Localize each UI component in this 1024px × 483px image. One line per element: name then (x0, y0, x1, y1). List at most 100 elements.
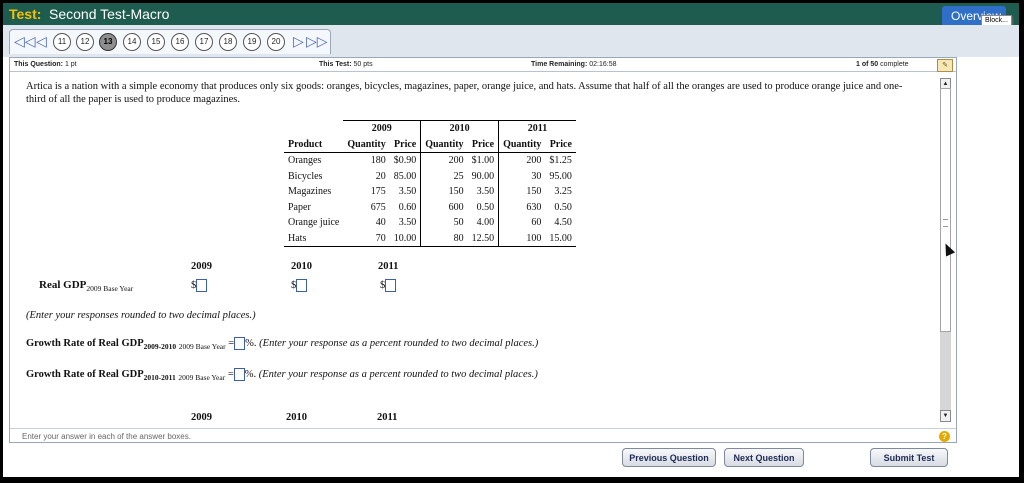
complete-label: complete (880, 61, 909, 68)
bottom-year-header: 2010 (286, 412, 307, 423)
question-number-15[interactable]: 15 (147, 33, 165, 51)
data-table: 2009 2010 2011 Product Quantity Price Qu… (284, 120, 576, 247)
question-panel: This Question: 1 pt This Test: 50 pts Ti… (9, 57, 957, 443)
price-cell: 4.50 (554, 217, 572, 229)
question-number-11[interactable]: 11 (53, 33, 71, 51)
product-cell: Orange juice (288, 217, 340, 229)
test-title: Second Test-Macro (49, 6, 170, 22)
question-navigator: ◁◁ ◁ 11 12 13 14 15 16 17 18 19 20 ▷ ▷▷ (9, 29, 331, 54)
quantity-header: Quantity (343, 136, 390, 153)
question-number-20[interactable]: 20 (267, 33, 285, 51)
quantity-cell: 200 (448, 155, 464, 167)
growth-period: 2010-2011 (143, 373, 176, 382)
help-icon[interactable]: ? (939, 431, 950, 442)
price-cell: 4.00 (467, 215, 500, 231)
table-year-header: 2011 (498, 120, 576, 137)
answer-hint: Enter your answer in each of the answer … (22, 432, 191, 441)
real-gdp-label: Real GDP2009 Base Year (39, 279, 133, 293)
panel-footer: Enter your answer in each of the answer … (10, 428, 956, 443)
quantity-cell: 60 (531, 217, 542, 229)
price-cell: 3.50 (389, 184, 422, 200)
growth-rate-2009-2010-row: Growth Rate of Real GDP2009-2010 2009 Ba… (26, 337, 538, 351)
real-gdp-subscript: 2009 Base Year (86, 284, 134, 294)
table-column-header-row: Product Quantity Price Quantity Price Qu… (284, 136, 576, 153)
test-window: Test: Second Test-Macro Overview Block..… (3, 3, 1019, 477)
question-number-12[interactable]: 12 (76, 33, 94, 51)
product-header: Product (284, 136, 344, 153)
product-cell: Oranges (288, 155, 322, 167)
price-cell: 0.60 (389, 199, 422, 215)
submit-test-button[interactable]: Submit Test (870, 448, 948, 467)
question-info-icon[interactable]: ✎ (937, 59, 953, 72)
product-cell: Magazines (288, 186, 332, 198)
table-row: Magazines 175 3.50 150 3.50 150 3.25 (284, 184, 576, 200)
this-test-label: This Test: (319, 61, 352, 68)
question-number-14[interactable]: 14 (123, 33, 141, 51)
growth-period: 2009-2010 (143, 342, 177, 351)
real-gdp-2010-input[interactable] (296, 279, 308, 292)
previous-question-button[interactable]: Previous Question (622, 448, 716, 467)
quantity-cell: 50 (453, 217, 464, 229)
time-remaining-info: Time Remaining: 02:16:58 (531, 61, 616, 68)
rounding-note: (Enter your responses rounded to two dec… (26, 310, 256, 321)
answer-year-header: 2010 (291, 261, 312, 272)
scroll-down-icon[interactable]: ▼ (940, 410, 951, 422)
real-gdp-2011-field: $ (380, 279, 397, 292)
quantity-cell: 150 (526, 186, 542, 198)
answer-year-header: 2011 (378, 261, 399, 272)
quantity-cell: 80 (420, 230, 468, 247)
scroll-grip-icon (943, 219, 948, 227)
next-question-button[interactable]: Next Question (724, 448, 804, 467)
quantity-cell: 180 (370, 155, 386, 167)
question-number-17[interactable]: 17 (195, 33, 213, 51)
question-number-13-current[interactable]: 13 (99, 33, 117, 51)
base-year-subscript: 2009 Base Year (178, 373, 226, 382)
real-gdp-2011-input[interactable] (385, 279, 397, 292)
growth-rate-2010-2011-input[interactable] (233, 368, 245, 381)
price-cell: 3.25 (554, 186, 572, 198)
price-cell: $1.00 (467, 152, 500, 169)
quantity-cell: 30 (531, 170, 542, 182)
time-remaining-label: Time Remaining: (531, 61, 588, 68)
progress-info: 1 of 50 complete (856, 61, 909, 68)
price-cell: 85.00 (389, 168, 422, 184)
price-cell: 3.50 (467, 184, 500, 200)
question-text: Artica is a nation with a simple economy… (26, 81, 903, 105)
table-year-header: 2010 (420, 120, 500, 137)
real-gdp-2009-field: $ (191, 279, 208, 292)
quantity-header: Quantity (420, 136, 468, 153)
price-header: Price (545, 136, 576, 153)
product-cell: Bicycles (288, 170, 323, 182)
growth-rate-2010-2011-row: Growth Rate of Real GDP2010-2011 2009 Ba… (26, 368, 538, 382)
price-cell: $0.90 (389, 152, 422, 169)
table-row: Paper 675 0.60 600 0.50 630 0.50 (284, 199, 576, 215)
first-page-icon[interactable]: ◁◁ (14, 34, 36, 48)
growth-rate-2009-2010-input[interactable] (234, 337, 246, 350)
price-cell: 15.00 (545, 230, 576, 247)
bottom-year-header: 2011 (377, 412, 398, 423)
price-cell: 90.00 (467, 168, 500, 184)
real-gdp-2009-input[interactable] (196, 279, 208, 292)
price-header: Price (389, 136, 422, 153)
quantity-cell: 175 (370, 186, 386, 198)
real-gdp-2010-field: $ (291, 279, 308, 292)
bottom-year-header: 2009 (191, 412, 212, 423)
quantity-cell: 40 (375, 217, 386, 229)
price-cell: 95.00 (549, 170, 572, 182)
price-cell: 0.50 (467, 199, 500, 215)
scroll-thumb[interactable] (940, 88, 951, 332)
question-nav-bar: ◁◁ ◁ 11 12 13 14 15 16 17 18 19 20 ▷ ▷▷ (3, 25, 1019, 57)
prev-page-icon[interactable]: ◁ (36, 34, 47, 48)
price-cell: 0.50 (554, 201, 572, 213)
next-page-icon[interactable]: ▷ (293, 34, 304, 48)
percent-sign: %. (245, 337, 257, 349)
quantity-cell: 20 (375, 170, 386, 182)
answer-year-header: 2009 (191, 261, 212, 272)
time-remaining-value: 02:16:58 (589, 61, 617, 68)
quantity-cell: 150 (448, 186, 464, 198)
question-number-19[interactable]: 19 (243, 33, 261, 51)
last-page-icon[interactable]: ▷▷ (306, 34, 328, 48)
question-number-18[interactable]: 18 (219, 33, 237, 51)
question-number-16[interactable]: 16 (171, 33, 189, 51)
quantity-header: Quantity (498, 136, 546, 153)
